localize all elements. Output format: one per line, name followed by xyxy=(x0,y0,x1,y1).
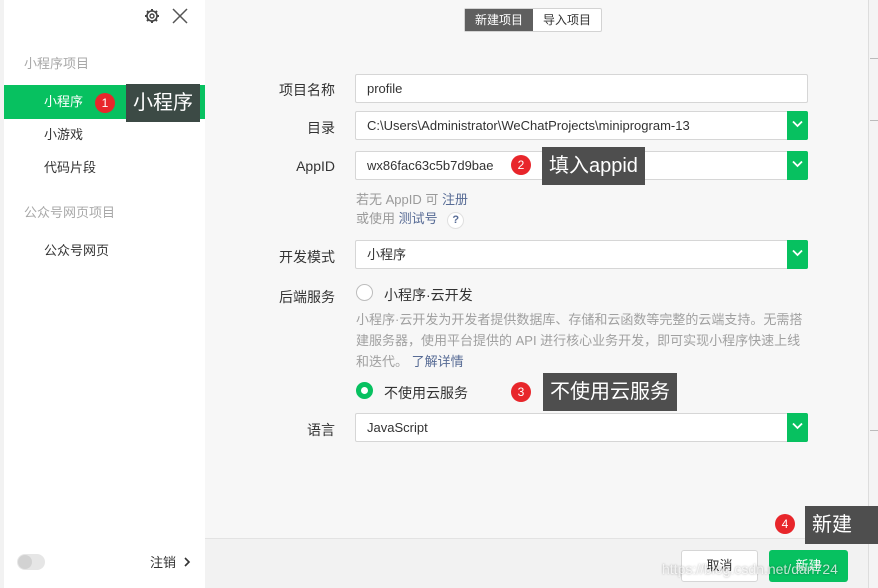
sidebar-item-official-web[interactable]: 公众号网页 xyxy=(4,234,205,268)
annotation-callout-4: 新建 xyxy=(805,506,878,544)
annotation-badge-2: 2 xyxy=(511,155,531,175)
directory-value: C:\Users\Administrator\WeChatProjects\mi… xyxy=(367,118,690,133)
tab-import-project[interactable]: 导入项目 xyxy=(533,9,601,31)
appid-test-hint: 或使用 测试号 ? xyxy=(356,208,465,229)
tab-new-project[interactable]: 新建项目 xyxy=(465,9,534,31)
annotation-callout-3: 不使用云服务 xyxy=(543,373,677,411)
dev-mode-dropdown-button[interactable] xyxy=(787,240,808,269)
project-name-input[interactable]: profile xyxy=(355,74,808,103)
background-app-edge-right xyxy=(868,0,878,588)
language-label: 语言 xyxy=(307,422,335,438)
test-account-link[interactable]: 测试号 xyxy=(399,211,438,226)
no-cloud-option-label[interactable]: 不使用云服务 xyxy=(384,383,468,403)
annotation-badge-1: 1 xyxy=(95,93,115,113)
sidebar-item-minigame[interactable]: 小游戏 xyxy=(4,118,205,152)
sidebar-section-official: 公众号网页项目 xyxy=(24,205,116,220)
chevron-right-icon xyxy=(184,557,190,567)
sidebar-item-code-snippet[interactable]: 代码片段 xyxy=(4,151,205,185)
logout-label: 注销 xyxy=(150,555,177,570)
project-name-label: 项目名称 xyxy=(279,82,335,98)
logout-link[interactable]: 注销 xyxy=(150,552,191,571)
chevron-down-icon xyxy=(792,422,803,430)
dev-mode-label: 开发模式 xyxy=(279,249,335,265)
chevron-down-icon xyxy=(792,249,803,257)
sidebar-section-miniprogram: 小程序项目 xyxy=(24,56,90,71)
directory-dropdown-button[interactable] xyxy=(787,111,808,140)
directory-select[interactable]: C:\Users\Administrator\WeChatProjects\mi… xyxy=(355,111,808,140)
annotation-callout-1: 小程序 xyxy=(126,84,200,122)
cloud-dev-description: 小程序·云开发为开发者提供数据库、存储和云函数等完整的云端支持。无需搭建服务器，… xyxy=(356,309,811,372)
appid-register-hint: 若无 AppID 可 注册 xyxy=(356,189,468,208)
background-divider xyxy=(870,120,878,121)
learn-more-link[interactable]: 了解详情 xyxy=(412,354,464,369)
appid-test-prefix: 或使用 xyxy=(356,211,396,226)
appid-value: wx86fac63c5b7d9bae xyxy=(367,158,494,173)
appid-hint-prefix: 若无 AppID 可 xyxy=(356,192,439,207)
annotation-badge-4: 4 xyxy=(775,514,795,534)
language-value: JavaScript xyxy=(367,420,428,435)
annotation-callout-2: 填入appid xyxy=(542,147,645,185)
appid-dropdown-button[interactable] xyxy=(787,151,808,180)
backend-label: 后端服务 xyxy=(279,289,335,305)
dev-mode-select[interactable]: 小程序 xyxy=(355,240,808,269)
register-link[interactable]: 注册 xyxy=(442,192,468,207)
chevron-down-icon xyxy=(792,160,803,168)
radio-cloud-dev[interactable] xyxy=(356,284,373,301)
language-select[interactable]: JavaScript xyxy=(355,413,808,442)
radio-no-cloud[interactable] xyxy=(356,382,373,399)
background-divider xyxy=(870,430,878,431)
cloud-dev-option-label[interactable]: 小程序·云开发 xyxy=(384,285,473,305)
directory-label: 目录 xyxy=(307,120,335,136)
appid-label: AppID xyxy=(296,158,335,174)
dev-mode-value: 小程序 xyxy=(367,247,407,262)
theme-toggle[interactable] xyxy=(17,554,45,570)
background-divider xyxy=(870,58,878,59)
chevron-down-icon xyxy=(792,120,803,128)
annotation-badge-3: 3 xyxy=(511,382,531,402)
gear-icon[interactable] xyxy=(144,8,160,24)
help-icon[interactable]: ? xyxy=(447,212,465,229)
language-dropdown-button[interactable] xyxy=(787,413,808,442)
close-icon[interactable] xyxy=(170,6,190,26)
watermark-text: https://blog.csdn.net/dan724 xyxy=(662,561,838,577)
project-tabs: 新建项目 导入项目 xyxy=(464,8,603,32)
